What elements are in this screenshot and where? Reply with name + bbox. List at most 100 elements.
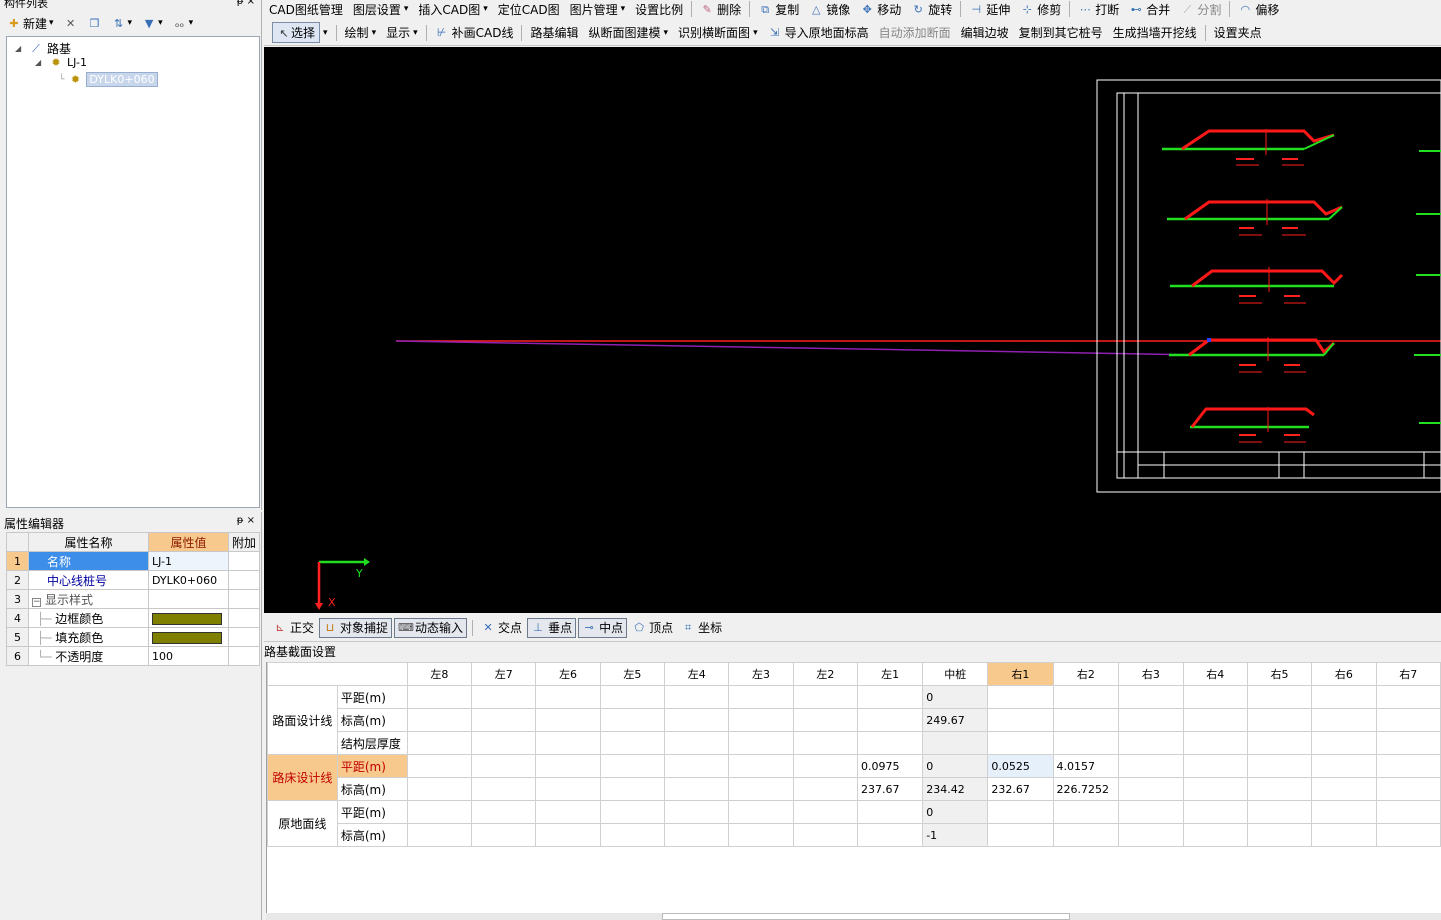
grid-cell[interactable] <box>1246 685 1313 709</box>
grid-cell[interactable] <box>1311 731 1377 755</box>
grid-cell[interactable] <box>599 685 666 709</box>
grid-cell[interactable] <box>471 754 537 778</box>
grid-cell[interactable] <box>406 685 473 709</box>
grid-cell[interactable] <box>406 823 473 847</box>
grid-cell[interactable] <box>792 731 859 755</box>
grid-cell[interactable] <box>664 731 730 755</box>
grid-cell[interactable] <box>1375 754 1441 778</box>
grid-cell[interactable] <box>792 685 859 709</box>
auto-add-section-button[interactable]: 自动添加断面 <box>874 24 956 41</box>
dynamic-input-toggle[interactable]: ⌨ 动态输入 <box>394 617 468 638</box>
grid-cell[interactable] <box>406 800 473 824</box>
grid-cell[interactable] <box>987 800 1054 824</box>
grid-cell[interactable] <box>1311 708 1377 732</box>
property-row[interactable]: 6 └─ 不透明度 100 <box>6 646 261 666</box>
grid-cell[interactable] <box>1182 685 1248 709</box>
horizontal-scrollbar[interactable] <box>266 913 1441 920</box>
profile-modeling-button[interactable]: 纵断面图建模 ▾ <box>584 24 674 41</box>
break-tool[interactable]: ⋯ 打断 <box>1073 1 1124 18</box>
trim-tool[interactable]: ⊹ 修剪 <box>1015 1 1066 18</box>
grid-cell[interactable]: 0.0525 <box>987 754 1054 778</box>
offset-tool[interactable]: ◠ 偏移 <box>1233 1 1284 18</box>
grid-cell[interactable] <box>1118 777 1184 801</box>
extend-tool[interactable]: ⊣ 延伸 <box>964 1 1015 18</box>
grid-cell[interactable] <box>728 685 794 709</box>
mirror-tool[interactable]: △ 镜像 <box>804 1 855 18</box>
grid-cell[interactable] <box>1246 754 1313 778</box>
collapse-arrow-icon[interactable]: ◢ <box>35 58 45 67</box>
grid-cell[interactable] <box>1375 685 1441 709</box>
fill-color-picker[interactable] <box>148 627 229 647</box>
grid-cell[interactable] <box>664 800 730 824</box>
copy-button[interactable]: ❐ <box>85 13 105 33</box>
grid-cell[interactable] <box>1052 708 1120 732</box>
perpendicular-snap[interactable]: ⊥ 垂点 <box>527 617 577 638</box>
grid-cell[interactable] <box>857 800 924 824</box>
grid-cell[interactable] <box>406 731 473 755</box>
grid-cell[interactable] <box>792 800 859 824</box>
grid-cell[interactable] <box>1182 754 1248 778</box>
scrollbar-thumb[interactable] <box>662 913 1070 920</box>
copy-to-other-stake-button[interactable]: 复制到其它桩号 <box>1014 24 1108 41</box>
grid-cell[interactable] <box>728 731 794 755</box>
menu-locate-cad[interactable]: 定位CAD图 <box>493 1 565 18</box>
grid-cell[interactable] <box>1052 685 1120 709</box>
property-row[interactable]: 4 ├─ 边框颜色 <box>6 608 261 628</box>
grid-cell[interactable] <box>1182 800 1248 824</box>
grid-cell[interactable] <box>728 754 794 778</box>
find-button[interactable]: ₒₒ ▾ <box>170 13 197 33</box>
tree-node-lj1[interactable]: ◢ ✹ LJ-1 <box>35 56 87 69</box>
filter-button[interactable]: ▼ ▾ <box>139 13 166 33</box>
grid-cell[interactable] <box>1246 800 1313 824</box>
grid-cell[interactable]: 226.7252 <box>1052 777 1120 801</box>
property-value-input[interactable]: DYLK0+060 <box>148 570 229 590</box>
grid-cell[interactable]: 232.67 <box>987 777 1054 801</box>
grid-cell[interactable] <box>535 685 601 709</box>
grid-cell[interactable] <box>471 731 537 755</box>
collapse-arrow-icon[interactable]: ◢ <box>15 44 25 53</box>
grid-cell[interactable] <box>599 708 666 732</box>
grid-cell[interactable] <box>987 731 1054 755</box>
grid-cell[interactable] <box>728 800 794 824</box>
display-menu[interactable]: 显示 ▾ <box>381 24 423 41</box>
grid-cell[interactable] <box>857 708 924 732</box>
grid-cell[interactable] <box>1118 708 1184 732</box>
roadbed-edit-button[interactable]: 路基编辑 <box>525 24 583 41</box>
grid-cell[interactable] <box>857 731 924 755</box>
grid-cell[interactable] <box>1311 754 1377 778</box>
grid-cell[interactable] <box>664 777 730 801</box>
join-tool[interactable]: ⊷ 合并 <box>1124 1 1175 18</box>
grid-cell[interactable] <box>664 708 730 732</box>
grid-cell[interactable] <box>664 823 730 847</box>
grid-cell[interactable] <box>406 777 473 801</box>
grid-cell[interactable] <box>728 823 794 847</box>
grid-cell[interactable]: 0.0975 <box>857 754 924 778</box>
pin-button[interactable]: ᵽ <box>237 0 244 7</box>
grid-cell[interactable] <box>987 685 1054 709</box>
grid-cell[interactable] <box>471 685 537 709</box>
property-row[interactable]: 1 名称 LJ-1 <box>6 551 261 571</box>
recognize-cross-section-button[interactable]: 识别横断面图 ▾ <box>673 24 763 41</box>
new-button[interactable]: ✚ 新建 ▾ <box>4 13 57 33</box>
grid-cell[interactable]: 0 <box>922 800 989 824</box>
grid-cell[interactable] <box>922 731 989 755</box>
grid-cell[interactable] <box>1311 685 1377 709</box>
sort-button[interactable]: ⇅ ▾ <box>109 13 136 33</box>
grid-cell[interactable] <box>792 754 859 778</box>
menu-layer-settings[interactable]: 图层设置 ▾ <box>348 1 414 18</box>
grid-cell[interactable] <box>471 823 537 847</box>
grid-cell[interactable] <box>1052 823 1120 847</box>
property-value-input[interactable]: 100 <box>148 646 229 666</box>
grid-cell[interactable]: 234.42 <box>922 777 989 801</box>
redraw-cad-line-button[interactable]: ⊬ 补画CAD线 <box>430 24 519 41</box>
property-row[interactable]: 2 中心线桩号 DYLK0+060 <box>6 570 261 590</box>
split-tool[interactable]: ⟋ 分割 <box>1175 1 1226 18</box>
cad-drawing-canvas[interactable]: Y X <box>264 47 1441 613</box>
grid-cell[interactable] <box>1375 731 1441 755</box>
grid-cell[interactable] <box>1182 731 1248 755</box>
grid-cell[interactable] <box>664 754 730 778</box>
close-button[interactable]: × <box>247 515 255 526</box>
grid-cell[interactable] <box>535 777 601 801</box>
intersection-snap[interactable]: ✕ 交点 <box>478 618 525 638</box>
grid-cell[interactable] <box>1311 777 1377 801</box>
